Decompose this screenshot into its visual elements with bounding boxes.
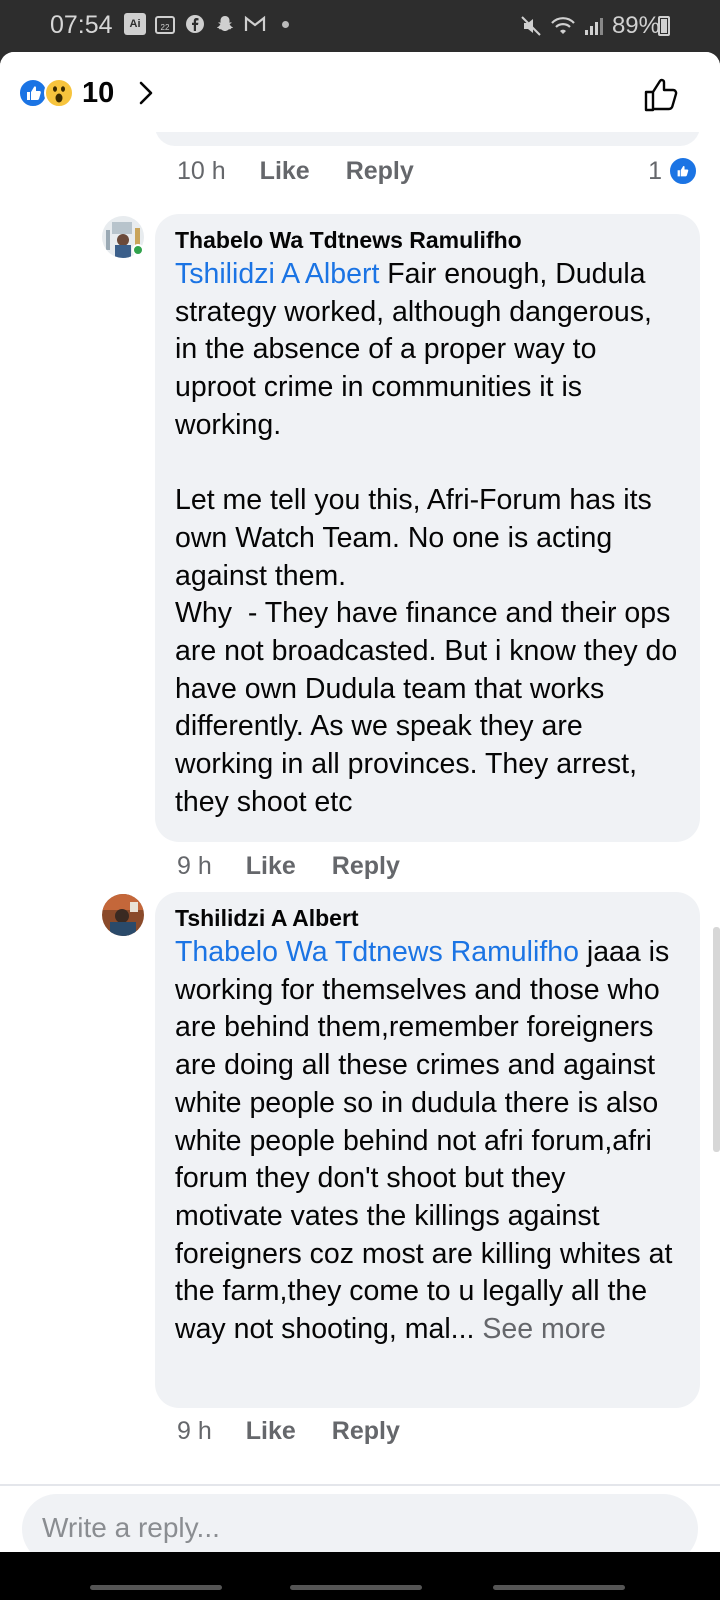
like-thumb-icon[interactable] [642, 76, 680, 114]
reply-divider [0, 1484, 720, 1486]
calendar-day: 22 [161, 23, 170, 32]
system-icons: 89% [520, 12, 660, 40]
see-more-link[interactable]: See more [482, 1313, 606, 1345]
status-bar: 07:54 Ai 22 89% [0, 0, 720, 52]
reply-button[interactable]: Reply [332, 852, 400, 881]
snapchat-icon [214, 13, 236, 35]
reply-button[interactable]: Reply [332, 1417, 400, 1446]
wifi-icon [551, 17, 575, 34]
comment-like-count[interactable]: 1 [648, 156, 698, 186]
nav-back-gesture[interactable] [493, 1585, 625, 1590]
status-time: 07:54 [50, 11, 113, 39]
avatar[interactable] [102, 894, 144, 936]
notification-icons: Ai 22 [124, 13, 296, 35]
comment-actions: 9 h Like Reply [177, 852, 436, 881]
signal-icon [584, 18, 603, 35]
battery-icon [658, 16, 670, 36]
comment-time[interactable]: 10 h [177, 157, 226, 186]
like-button[interactable]: Like [246, 852, 296, 881]
comment-actions: 9 h Like Reply [177, 1417, 436, 1446]
chevron-right-icon[interactable] [132, 80, 158, 106]
scrollbar[interactable] [713, 927, 720, 1152]
comment-body: Fair enough, Dudula strategy worked, alt… [175, 258, 678, 818]
nav-recents-gesture[interactable] [90, 1585, 222, 1590]
comment-author[interactable]: Tshilidzi A Albert [175, 904, 680, 932]
comment-text: Tshilidzi A Albert Fair enough, Dudula s… [175, 256, 680, 822]
reply-button[interactable]: Reply [346, 157, 414, 186]
gmail-icon [244, 13, 266, 35]
like-count-number: 1 [648, 156, 662, 185]
comment-bubble[interactable]: Tshilidzi A Albert Thabelo Wa Tdtnews Ra… [155, 892, 700, 1408]
comments-sheet: 10 10 h Like Reply 1 Thabelo Wa Tdtnews … [0, 52, 720, 1552]
comment-time[interactable]: 9 h [177, 852, 212, 881]
like-badge-icon [668, 156, 698, 186]
reaction-count[interactable]: 10 [82, 77, 114, 110]
dot-icon [274, 13, 296, 35]
like-button[interactable]: Like [260, 157, 310, 186]
nav-home-gesture[interactable] [290, 1585, 422, 1590]
previous-comment-actions: 10 h Like Reply [177, 157, 450, 186]
wow-reaction-icon [44, 78, 74, 108]
facebook-icon [184, 13, 206, 35]
like-button[interactable]: Like [246, 1417, 296, 1446]
mention-link[interactable]: Tshilidzi A Albert [175, 258, 379, 290]
reply-input[interactable]: Write a reply... [22, 1494, 698, 1552]
comment-author[interactable]: Thabelo Wa Tdtnews Ramulifho [175, 226, 680, 254]
comment-text: Thabelo Wa Tdtnews Ramulifho jaaa is wor… [175, 934, 680, 1349]
comment-bubble[interactable]: Thabelo Wa Tdtnews Ramulifho Tshilidzi A… [155, 214, 700, 842]
comment-body: jaaa is working for themselves and those… [175, 936, 681, 1346]
calendar-icon: 22 [154, 13, 176, 35]
reactions-header: 10 [0, 52, 720, 132]
ai-icon: Ai [124, 13, 146, 35]
reply-placeholder: Write a reply... [42, 1512, 220, 1543]
reaction-icons[interactable] [18, 78, 78, 108]
comment-time[interactable]: 9 h [177, 1417, 212, 1446]
mention-link[interactable]: Thabelo Wa Tdtnews Ramulifho [175, 936, 579, 968]
battery-percent: 89% [611, 12, 660, 39]
online-status-dot [132, 244, 144, 256]
navigation-bar [0, 1552, 720, 1600]
mute-icon [521, 16, 541, 36]
